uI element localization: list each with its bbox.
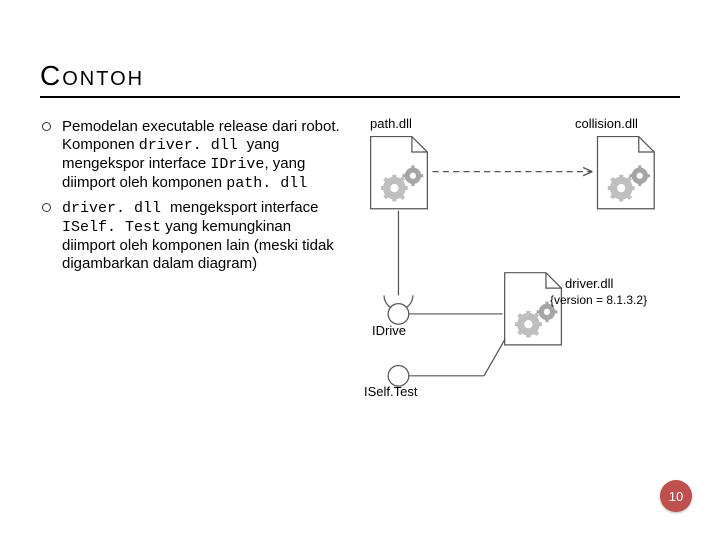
list-item: Pemodelan executable release dari robot.…: [40, 118, 340, 193]
page-number-badge: 10: [660, 480, 692, 512]
list-item: driver. dll mengeksport interface ISelf.…: [40, 199, 340, 273]
component-label-path: path.dll: [370, 116, 412, 131]
component-diagram: [350, 118, 680, 458]
page-number-text: 10: [669, 489, 683, 504]
code-text: ISelf. Test: [62, 219, 161, 236]
code-text: IDrive: [210, 156, 264, 173]
text: mengeksport interface: [170, 199, 318, 216]
diagram-column: path.dll collision.dll driver.dll {versi…: [350, 118, 680, 448]
interface-label-iselftest: ISelf.Test: [364, 384, 417, 399]
slide: Contoh Pemodelan executable release dari…: [0, 0, 720, 540]
code-text: driver. dll: [139, 137, 247, 154]
content-columns: Pemodelan executable release dari robot.…: [40, 118, 680, 448]
text-column: Pemodelan executable release dari robot.…: [40, 118, 340, 448]
component-label-collision: collision.dll: [575, 116, 638, 131]
tagged-value-version: {version = 8.1.3.2}: [550, 293, 647, 307]
interface-label-idrive: IDrive: [372, 323, 406, 338]
page-title: Contoh: [40, 60, 680, 98]
code-text: path. dll: [226, 175, 307, 192]
component-label-driver: driver.dll: [565, 276, 613, 291]
code-text: driver. dll: [62, 200, 170, 217]
bullet-list: Pemodelan executable release dari robot.…: [40, 118, 340, 273]
